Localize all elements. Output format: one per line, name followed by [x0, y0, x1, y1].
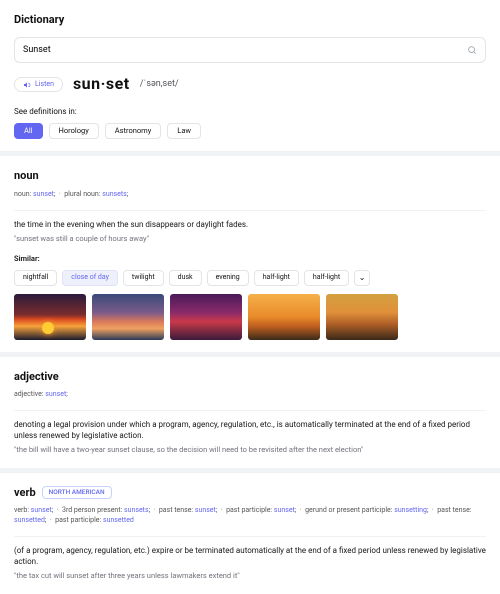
pos-heading-verb: verb [14, 485, 36, 500]
thumbnail[interactable] [170, 294, 242, 340]
synonym-chip[interactable]: evening [207, 270, 249, 286]
section-divider [0, 352, 500, 357]
section-divider [0, 151, 500, 156]
synonyms-row: nightfall close of day twilight dusk eve… [14, 270, 486, 286]
region-badge: NORTH AMERICAN [42, 486, 112, 499]
filter-chips: All Horology Astronomy Law [14, 123, 486, 140]
image-thumbnails [14, 294, 486, 340]
filter-all[interactable]: All [14, 123, 43, 140]
section-divider [0, 468, 500, 473]
noun-forms: noun: sunset; · plural noun: sunsets; [14, 190, 486, 200]
thumbnail[interactable] [326, 294, 398, 340]
adjective-example: "the bill will have a two-year sunset cl… [14, 445, 486, 456]
synonym-chip[interactable]: half-light [304, 270, 349, 286]
pronunciation: /ˈsən,set/ [140, 78, 179, 91]
verb-definition: (of a program, agency, regulation, etc.)… [14, 545, 486, 567]
more-synonyms-button[interactable]: ⌄ [354, 270, 370, 286]
noun-section: noun noun: sunset; · plural noun: sunset… [14, 168, 486, 339]
thumbnail[interactable] [248, 294, 320, 340]
noun-example: "sunset was still a couple of hours away… [14, 234, 486, 245]
synonym-chip[interactable]: twilight [123, 270, 164, 286]
filter-law[interactable]: Law [167, 123, 201, 140]
synonym-chip[interactable]: nightfall [14, 270, 57, 286]
search-box[interactable] [14, 37, 486, 63]
filter-label: See definitions in: [14, 106, 486, 117]
synonym-chip[interactable]: dusk [169, 270, 202, 286]
divider [14, 536, 486, 537]
filter-horology[interactable]: Horology [49, 123, 99, 140]
thumbnail[interactable] [14, 294, 86, 340]
verb-example: "the tax cut will sunset after three yea… [14, 571, 486, 582]
pos-heading-adjective: adjective [14, 369, 486, 384]
verb-forms: verb: sunset; · 3rd person present: suns… [14, 506, 486, 526]
adjective-definition: denoting a legal provision under which a… [14, 419, 486, 441]
filter-astronomy[interactable]: Astronomy [105, 123, 162, 140]
thumbnail[interactable] [92, 294, 164, 340]
synonym-chip[interactable]: half-light [254, 270, 299, 286]
headword: sun·set [73, 73, 130, 95]
page-title: Dictionary [14, 12, 486, 27]
chevron-down-icon: ⌄ [359, 272, 366, 283]
listen-button[interactable]: Listen [14, 77, 63, 93]
listen-label: Listen [35, 80, 54, 90]
divider [14, 210, 486, 211]
verb-section: verb NORTH AMERICAN verb: sunset; · 3rd … [14, 485, 486, 582]
synonym-chip[interactable]: close of day [62, 270, 118, 286]
divider [14, 410, 486, 411]
pos-heading-noun: noun [14, 168, 486, 183]
adjective-section: adjective adjective: sunset; denoting a … [14, 369, 486, 456]
similar-label: Similar: [14, 254, 486, 265]
search-input[interactable] [23, 45, 477, 55]
noun-definition: the time in the evening when the sun dis… [14, 219, 486, 230]
search-icon[interactable] [467, 45, 477, 55]
volume-icon [23, 81, 31, 89]
adjective-forms: adjective: sunset; [14, 390, 486, 400]
